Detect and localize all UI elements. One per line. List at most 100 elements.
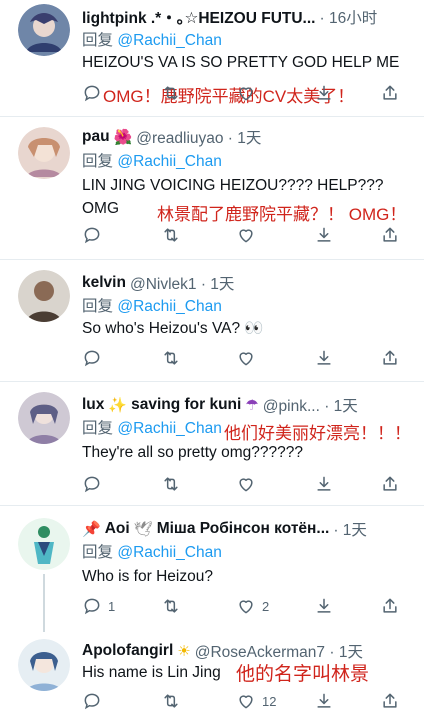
like-count: 12 (262, 693, 277, 709)
share-button[interactable] (380, 225, 400, 245)
reply-button[interactable] (82, 83, 102, 103)
share-button[interactable] (380, 348, 400, 368)
reply-icon (82, 83, 102, 103)
avatar[interactable] (18, 392, 70, 444)
display-name[interactable]: kelvin (82, 274, 126, 292)
handle-and-time[interactable]: @readliuyao · 1天 (136, 126, 261, 148)
reply-button[interactable] (82, 691, 102, 711)
retweet-button[interactable] (161, 596, 181, 616)
reply-prefix: 回复 (82, 32, 114, 49)
avatar[interactable] (18, 127, 70, 179)
tweet-1[interactable]: lightpink .*・｡☆HEIZOU FUTU... · 16小时 回复 … (0, 0, 424, 115)
reply-mention[interactable]: @Rachii_Chan (117, 544, 221, 561)
reply-icon (82, 225, 102, 245)
reply-prefix: 回复 (82, 153, 114, 170)
avatar[interactable] (18, 518, 70, 570)
reply-button[interactable] (82, 225, 102, 245)
timestamp[interactable]: · 16小时 (319, 6, 377, 28)
reply-mention[interactable]: @Rachii_Chan (117, 32, 221, 49)
handle-and-time[interactable]: @Nivlek1 · 1天 (130, 272, 234, 294)
bookmark-button[interactable] (314, 348, 334, 368)
retweet-button[interactable] (161, 691, 181, 711)
handle-and-time[interactable]: @pink... · 1天 (263, 394, 358, 416)
like-button[interactable] (236, 474, 256, 494)
display-name[interactable]: pau (82, 128, 110, 146)
like-button[interactable] (236, 83, 256, 103)
bookmark-icon (314, 225, 334, 245)
display-name-2[interactable]: Міша Робінсон котён... (157, 520, 330, 538)
bookmark-button[interactable] (314, 596, 334, 616)
avatar[interactable] (18, 4, 70, 56)
display-name[interactable]: lux (82, 396, 104, 414)
timestamp[interactable]: · 1天 (333, 518, 367, 540)
like-icon (236, 474, 256, 494)
tweet-text: HEIZOU'S VA IS SO PRETTY GOD HELP ME (82, 54, 400, 71)
tweet-header: lightpink .*・｡☆HEIZOU FUTU... · 16小时 (82, 6, 416, 28)
tweet-text-line-1: LIN JING VOICING HEIZOU???? HELP??? (82, 177, 384, 194)
avatar[interactable] (18, 270, 70, 322)
retweet-button[interactable] (161, 474, 181, 494)
pin-emoji: 📌 (82, 521, 101, 538)
reply-context: 回复 @Rachii_Chan (82, 540, 222, 562)
bookmark-button[interactable] (314, 474, 334, 494)
tweet-header: lux ✨ saving for kuni ☂ @pink... · 1天 (82, 394, 416, 416)
retweet-icon (161, 596, 181, 616)
display-name-2[interactable]: saving for kuni (131, 396, 241, 414)
tweet-5[interactable]: 📌 Aoi 🕊 Міша Робінсон котён... · 1天 回复 @… (0, 506, 424, 632)
reply-context: 回复 @Rachii_Chan (82, 416, 222, 438)
share-button[interactable] (380, 474, 400, 494)
reply-icon (82, 691, 102, 711)
share-button[interactable] (380, 691, 400, 711)
share-icon (380, 691, 400, 711)
like-button[interactable]: 2 (236, 596, 269, 616)
tweet-actions (82, 474, 402, 496)
share-button[interactable] (380, 83, 400, 103)
reply-button[interactable] (82, 348, 102, 368)
sparkles-emoji: ✨ (108, 397, 128, 414)
share-icon (380, 348, 400, 368)
avatar[interactable] (18, 639, 70, 691)
reply-mention[interactable]: @Rachii_Chan (117, 420, 221, 437)
retweet-icon (161, 691, 181, 711)
like-icon (236, 83, 256, 103)
tweet-actions: 12 (82, 691, 402, 713)
thread-line (43, 574, 45, 632)
like-icon (236, 225, 256, 245)
bookmark-button[interactable] (314, 83, 334, 103)
display-name[interactable]: Apolofangirl (82, 642, 173, 660)
tweet-text: Who is for Heizou? (82, 568, 213, 585)
tweet-actions (82, 348, 402, 370)
reply-mention[interactable]: @Rachii_Chan (117, 298, 221, 315)
bookmark-icon (314, 474, 334, 494)
reply-button[interactable]: 1 (82, 596, 115, 616)
reply-button[interactable] (82, 474, 102, 494)
tweet-4[interactable]: lux ✨ saving for kuni ☂ @pink... · 1天 回复… (0, 382, 424, 504)
display-name[interactable]: lightpink .*・｡☆HEIZOU FUTU... (82, 6, 315, 28)
tweet-2[interactable]: pau 🌺 @readliuyao · 1天 回复 @Rachii_Chan L… (0, 117, 424, 257)
bookmark-button[interactable] (314, 691, 334, 711)
like-button[interactable] (236, 348, 256, 368)
like-icon (236, 348, 256, 368)
retweet-button[interactable] (161, 348, 181, 368)
display-name[interactable]: Aoi (105, 520, 130, 538)
like-button[interactable] (236, 225, 256, 245)
translation-annotation: 林景配了鹿野院平藏？！ OMG！ (157, 205, 407, 224)
retweet-button[interactable] (161, 83, 181, 103)
like-icon (236, 596, 256, 616)
tweet-header: 📌 Aoi 🕊 Міша Робінсон котён... · 1天 (82, 518, 416, 540)
reply-context: 回复 @Rachii_Chan (82, 149, 222, 171)
tweet-actions (82, 225, 402, 247)
share-icon (380, 83, 400, 103)
share-button[interactable] (380, 596, 400, 616)
bookmark-button[interactable] (314, 225, 334, 245)
tweet-3[interactable]: kelvin @Nivlek1 · 1天 回复 @Rachii_Chan So … (0, 260, 424, 380)
tweet-header: pau 🌺 @readliuyao · 1天 (82, 126, 416, 148)
like-icon (236, 691, 256, 711)
retweet-button[interactable] (161, 225, 181, 245)
reply-icon (82, 474, 102, 494)
like-button[interactable]: 12 (236, 691, 276, 711)
reply-mention[interactable]: @Rachii_Chan (117, 153, 221, 170)
tweet-6[interactable]: Apolofangirl ☀ @RoseAckerman7 · 1天 His n… (0, 633, 424, 724)
flower-emoji: 🌺 (113, 129, 133, 146)
translation-annotation: 他们好美丽好漂亮！！！ (224, 424, 411, 443)
